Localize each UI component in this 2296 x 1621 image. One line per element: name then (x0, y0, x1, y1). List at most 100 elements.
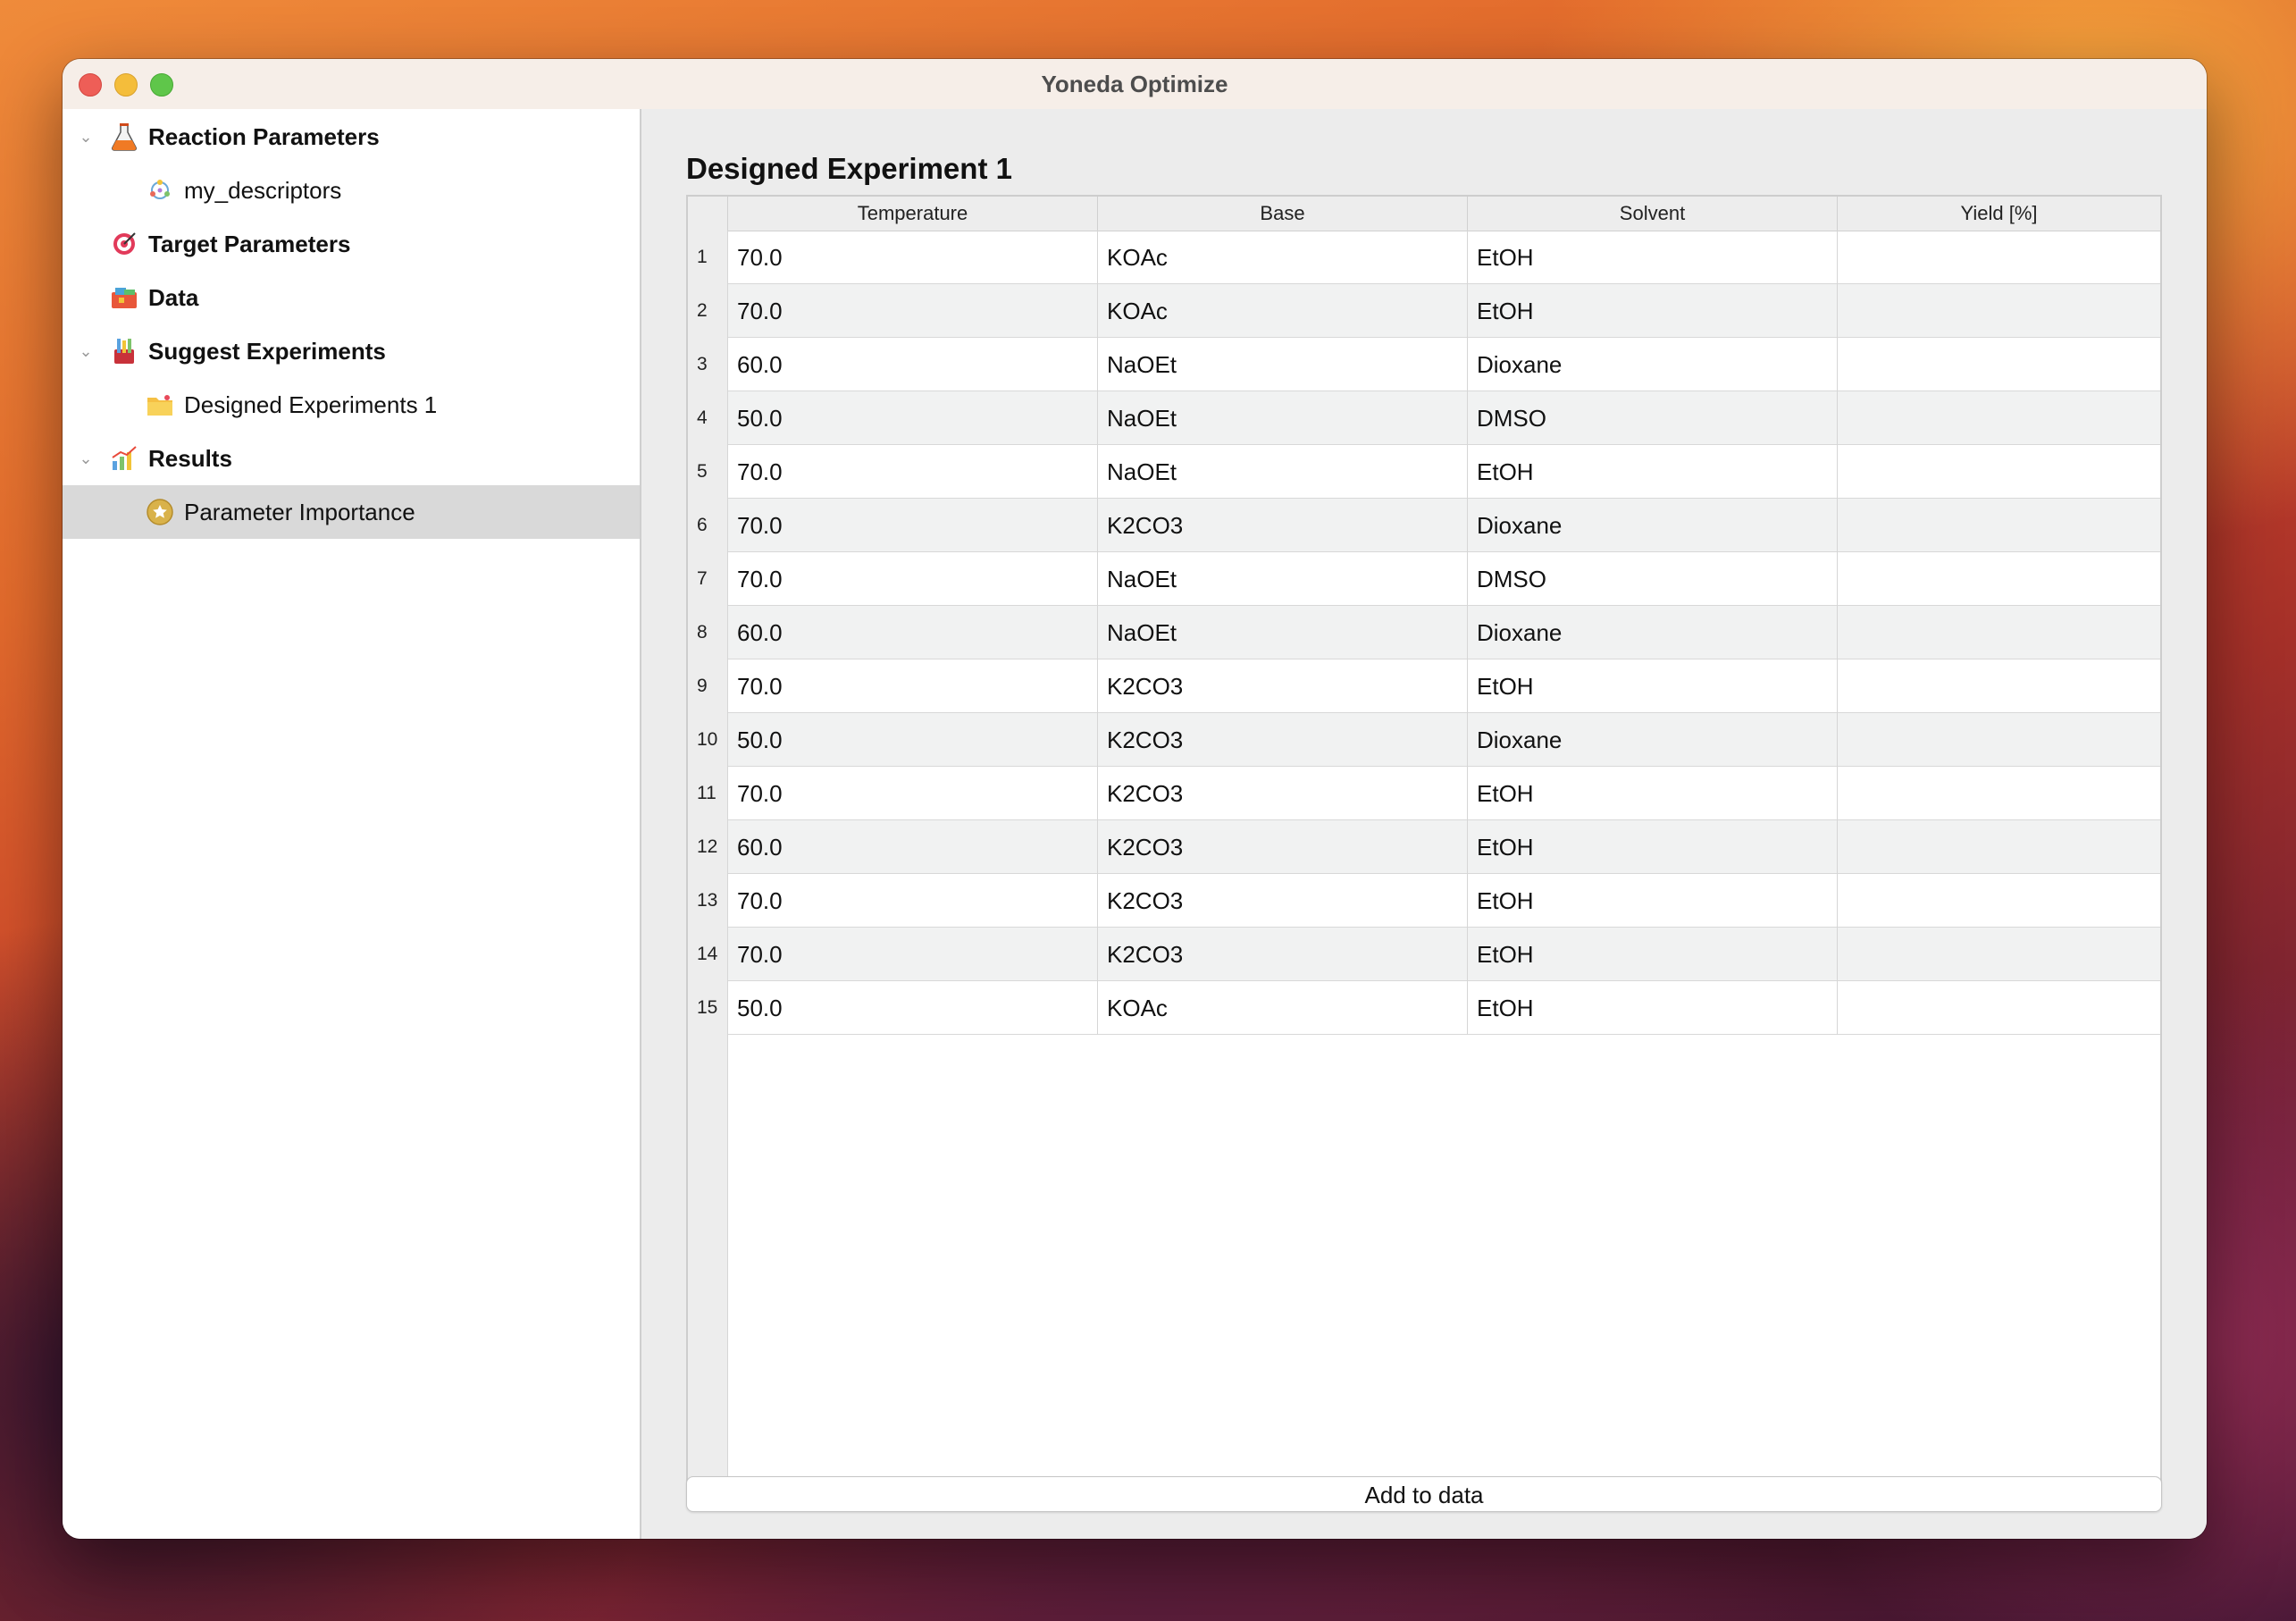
table-cell-yield[interactable] (1837, 874, 2160, 928)
table-cell-base[interactable]: K2CO3 (1097, 928, 1467, 981)
table-cell-yield[interactable] (1837, 659, 2160, 713)
table-row[interactable]: 7 70.0 NaOEt DMSO (688, 552, 2160, 606)
row-number[interactable]: 8 (688, 606, 727, 659)
table-cell-temperature[interactable]: 70.0 (727, 499, 1097, 552)
chevron-down-icon[interactable]: ⌄ (77, 432, 95, 485)
table-cell-temperature[interactable]: 60.0 (727, 820, 1097, 874)
table-row[interactable]: 9 70.0 K2CO3 EtOH (688, 659, 2160, 713)
row-number[interactable]: 14 (688, 928, 727, 981)
row-number[interactable]: 15 (688, 981, 727, 1035)
table-cell-temperature[interactable]: 70.0 (727, 552, 1097, 606)
row-number[interactable]: 10 (688, 713, 727, 767)
table-cell-base[interactable]: KOAc (1097, 981, 1467, 1035)
table-cell-temperature[interactable]: 50.0 (727, 391, 1097, 445)
table-cell-yield[interactable] (1837, 391, 2160, 445)
row-number[interactable]: 6 (688, 499, 727, 552)
table-cell-temperature[interactable]: 60.0 (727, 606, 1097, 659)
table-cell-temperature[interactable]: 70.0 (727, 445, 1097, 499)
table-cell-base[interactable]: NaOEt (1097, 552, 1467, 606)
table-cell-base[interactable]: K2CO3 (1097, 659, 1467, 713)
table-cell-solvent[interactable]: EtOH (1467, 820, 1837, 874)
row-number[interactable]: 12 (688, 820, 727, 874)
table-cell-yield[interactable] (1837, 820, 2160, 874)
table-cell-solvent[interactable]: EtOH (1467, 928, 1837, 981)
table-cell-solvent[interactable]: EtOH (1467, 874, 1837, 928)
table-cell-solvent[interactable]: EtOH (1467, 659, 1837, 713)
row-number[interactable]: 9 (688, 659, 727, 713)
row-number[interactable]: 5 (688, 445, 727, 499)
experiments-table[interactable]: Temperature Base Solvent Yield [%] 1 70.0 KOAc… (686, 195, 2162, 1487)
row-number[interactable]: 2 (688, 284, 727, 338)
table-cell-temperature[interactable]: 60.0 (727, 338, 1097, 391)
sidebar-item-target-parameters[interactable]: Target Parameters (63, 217, 640, 271)
table-cell-yield[interactable] (1837, 499, 2160, 552)
table-cell-temperature[interactable]: 70.0 (727, 284, 1097, 338)
table-cell-solvent[interactable]: Dioxane (1467, 713, 1837, 767)
table-cell-yield[interactable] (1837, 981, 2160, 1035)
sidebar-item-designed-experiments-1[interactable]: Designed Experiments 1 (63, 378, 640, 432)
table-cell-base[interactable]: NaOEt (1097, 338, 1467, 391)
table-cell-base[interactable]: NaOEt (1097, 606, 1467, 659)
table-cell-solvent[interactable]: EtOH (1467, 445, 1837, 499)
row-number[interactable]: 3 (688, 338, 727, 391)
table-cell-solvent[interactable]: EtOH (1467, 767, 1837, 820)
table-cell-solvent[interactable]: Dioxane (1467, 606, 1837, 659)
row-number[interactable]: 13 (688, 874, 727, 928)
table-row[interactable]: 10 50.0 K2CO3 Dioxane (688, 713, 2160, 767)
row-number[interactable]: 4 (688, 391, 727, 445)
chevron-down-icon[interactable]: ⌄ (77, 324, 95, 378)
table-cell-yield[interactable] (1837, 284, 2160, 338)
table-cell-yield[interactable] (1837, 231, 2160, 284)
row-number[interactable]: 11 (688, 767, 727, 820)
table-cell-temperature[interactable]: 50.0 (727, 981, 1097, 1035)
row-number[interactable]: 7 (688, 552, 727, 606)
table-cell-yield[interactable] (1837, 606, 2160, 659)
table-row[interactable]: 14 70.0 K2CO3 EtOH (688, 928, 2160, 981)
table-cell-base[interactable]: K2CO3 (1097, 820, 1467, 874)
sidebar-item-reaction-parameters[interactable]: ⌄ Reaction Parameters (63, 110, 640, 164)
table-row[interactable]: 5 70.0 NaOEt EtOH (688, 445, 2160, 499)
table-cell-base[interactable]: NaOEt (1097, 445, 1467, 499)
table-cell-temperature[interactable]: 70.0 (727, 659, 1097, 713)
table-cell-yield[interactable] (1837, 445, 2160, 499)
table-cell-solvent[interactable]: Dioxane (1467, 499, 1837, 552)
sidebar-item-parameter-importance[interactable]: Parameter Importance (63, 485, 640, 539)
column-header[interactable]: Solvent (1467, 197, 1837, 231)
sidebar-item-my-descriptors[interactable]: my_descriptors (63, 164, 640, 217)
table-row[interactable]: 3 60.0 NaOEt Dioxane (688, 338, 2160, 391)
table-cell-base[interactable]: K2CO3 (1097, 874, 1467, 928)
table-cell-temperature[interactable]: 70.0 (727, 767, 1097, 820)
sidebar-item-data[interactable]: Data (63, 271, 640, 324)
table-cell-base[interactable]: KOAc (1097, 284, 1467, 338)
table-cell-solvent[interactable]: DMSO (1467, 391, 1837, 445)
table-row[interactable]: 1 70.0 KOAc EtOH (688, 231, 2160, 284)
table-cell-temperature[interactable]: 50.0 (727, 713, 1097, 767)
table-cell-yield[interactable] (1837, 928, 2160, 981)
table-row[interactable]: 11 70.0 K2CO3 EtOH (688, 767, 2160, 820)
table-cell-yield[interactable] (1837, 713, 2160, 767)
table-cell-yield[interactable] (1837, 552, 2160, 606)
table-cell-base[interactable]: K2CO3 (1097, 499, 1467, 552)
column-header[interactable]: Base (1097, 197, 1467, 231)
column-header[interactable]: Yield [%] (1837, 197, 2160, 231)
table-cell-solvent[interactable]: Dioxane (1467, 338, 1837, 391)
table-row[interactable]: 13 70.0 K2CO3 EtOH (688, 874, 2160, 928)
table-cell-solvent[interactable]: DMSO (1467, 552, 1837, 606)
table-row[interactable]: 6 70.0 K2CO3 Dioxane (688, 499, 2160, 552)
table-cell-solvent[interactable]: EtOH (1467, 231, 1837, 284)
chevron-down-icon[interactable]: ⌄ (77, 110, 95, 164)
table-cell-solvent[interactable]: EtOH (1467, 981, 1837, 1035)
table-cell-base[interactable]: NaOEt (1097, 391, 1467, 445)
table-row[interactable]: 2 70.0 KOAc EtOH (688, 284, 2160, 338)
table-cell-temperature[interactable]: 70.0 (727, 874, 1097, 928)
table-cell-temperature[interactable]: 70.0 (727, 928, 1097, 981)
column-header[interactable]: Temperature (727, 197, 1097, 231)
table-row[interactable]: 8 60.0 NaOEt Dioxane (688, 606, 2160, 659)
table-cell-yield[interactable] (1837, 338, 2160, 391)
table-row[interactable]: 12 60.0 K2CO3 EtOH (688, 820, 2160, 874)
title-bar[interactable]: Yoneda Optimize (63, 59, 2207, 110)
table-cell-base[interactable]: K2CO3 (1097, 767, 1467, 820)
table-cell-temperature[interactable]: 70.0 (727, 231, 1097, 284)
sidebar-item-results[interactable]: ⌄ Results (63, 432, 640, 485)
table-cell-base[interactable]: K2CO3 (1097, 713, 1467, 767)
